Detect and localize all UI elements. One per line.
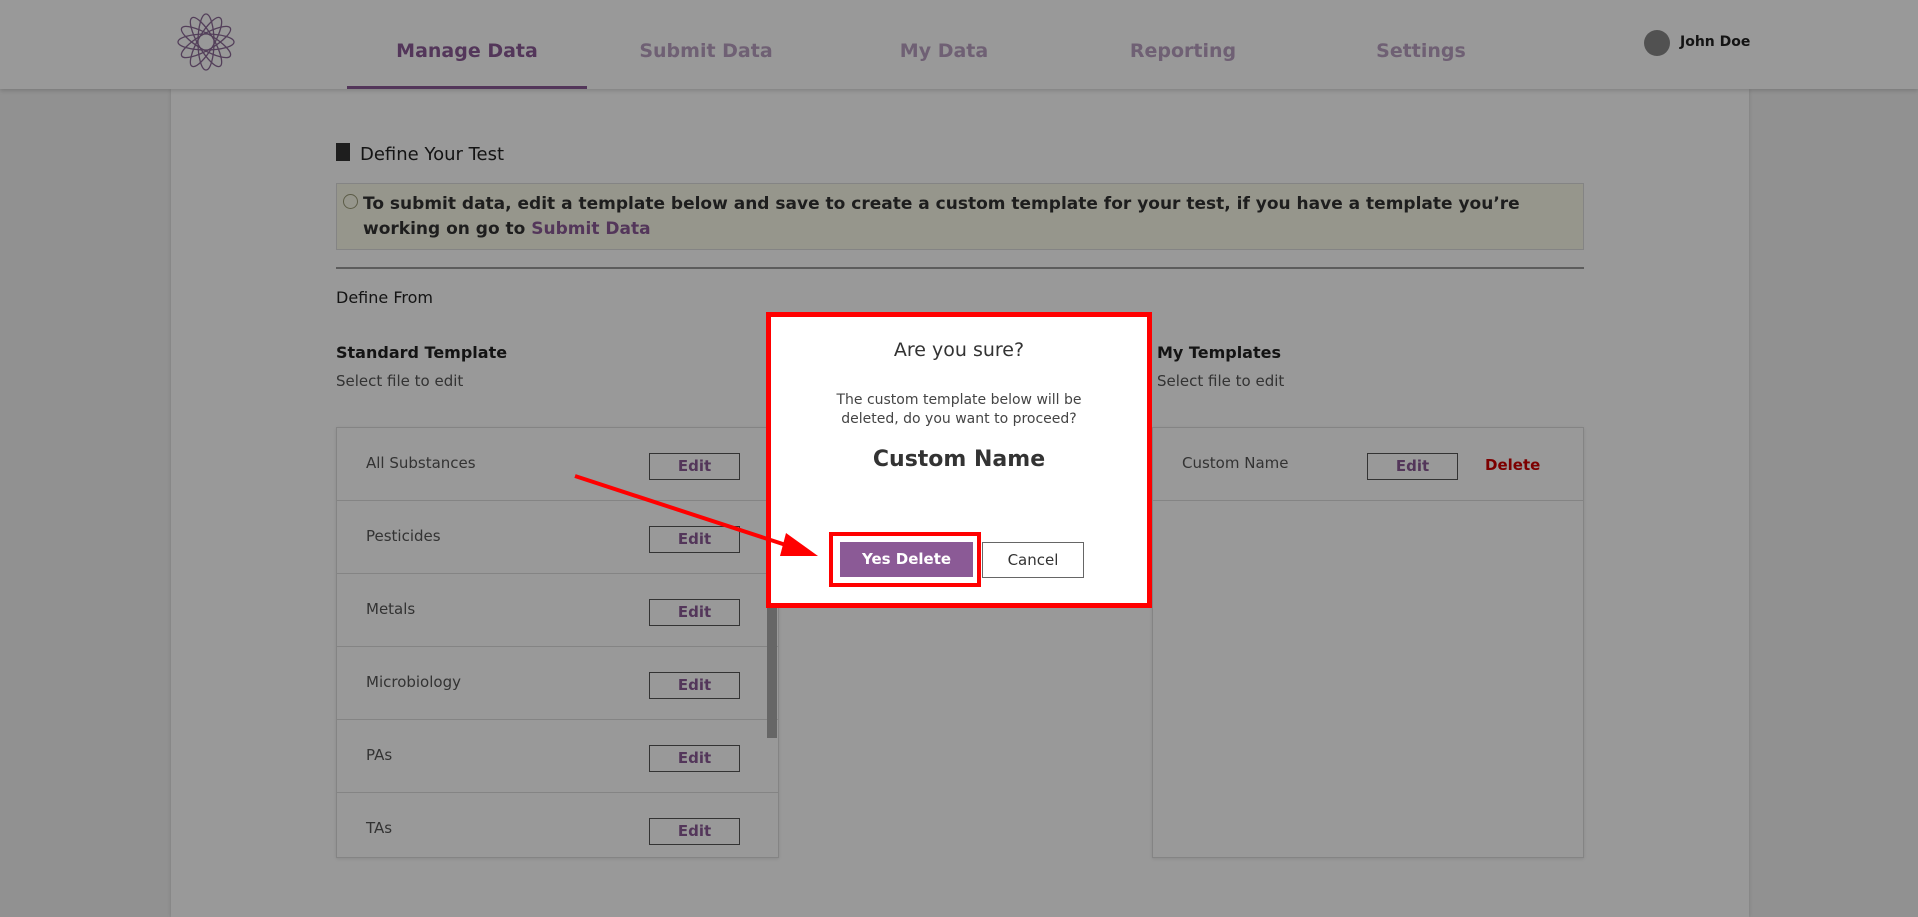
annotation-arrow-icon [574,474,818,556]
